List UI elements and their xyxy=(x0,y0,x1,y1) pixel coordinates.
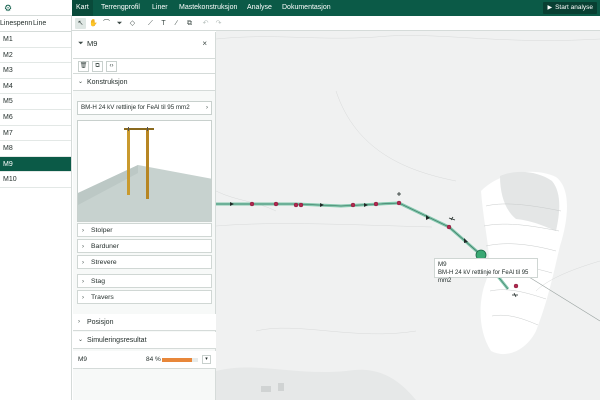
tab-mastekonstruksjon[interactable]: Mastekonstruksjon xyxy=(175,0,241,16)
tab-line[interactable]: Line xyxy=(33,20,46,27)
chevron-down-icon: ⌄ xyxy=(78,79,84,85)
chevron-right-icon: › xyxy=(82,244,84,250)
line-item-m9[interactable]: M9 xyxy=(0,156,71,173)
tab-liner[interactable]: Liner xyxy=(148,0,172,16)
close-icon[interactable]: × xyxy=(202,39,207,48)
construction-type-select[interactable]: BM-H 24 kV rettlinje for FeAl til 95 mm2… xyxy=(77,101,212,115)
text-icon[interactable]: T xyxy=(158,18,169,29)
section-sim-label: Simuleringsresultat xyxy=(87,337,147,344)
accordion-stolper[interactable]: › Stolper xyxy=(77,223,212,237)
line-item-m8[interactable]: M8 xyxy=(0,141,71,157)
section-simuleringsresultat[interactable]: ⌄ Simuleringsresultat xyxy=(73,332,216,349)
tab-analyse[interactable]: Analyse xyxy=(243,0,276,16)
main-nav: Kart Terrengprofil Liner Mastekonstruksj… xyxy=(72,0,600,16)
undo-icon[interactable]: ↶ xyxy=(200,18,211,29)
map-view[interactable]: M9 BM-H 24 kV rettlinje for FeAl til 95 … xyxy=(216,31,600,400)
start-analysis-button[interactable]: ▶ Start analyse xyxy=(543,2,597,14)
node-icon[interactable]: ◇ xyxy=(127,18,138,29)
chevron-right-icon: › xyxy=(82,279,84,285)
tab-terrengprofil[interactable]: Terrengprofil xyxy=(97,0,144,16)
delete-icon[interactable]: 🗑 xyxy=(78,61,89,72)
panel-title: M9 xyxy=(87,39,98,48)
tab-linespenn[interactable]: Linespenn xyxy=(0,20,32,27)
accordion-strevere-label: Strevere xyxy=(91,259,117,266)
line-item-m2[interactable]: M2 xyxy=(0,48,71,64)
line-item-m10[interactable]: M10 xyxy=(0,172,71,188)
chevron-down-icon: ⌄ xyxy=(78,337,84,343)
chevron-down-icon[interactable]: ▾ xyxy=(202,355,211,364)
accordion-barduner-label: Barduner xyxy=(91,243,119,250)
map-canvas xyxy=(216,35,600,400)
accordion-barduner[interactable]: › Barduner xyxy=(77,239,212,253)
chevron-right-icon: › xyxy=(82,228,84,234)
gear-icon[interactable]: ⚙ xyxy=(3,3,13,13)
section-posisjon[interactable]: › Posisjon xyxy=(73,314,216,331)
curve-icon[interactable]: ⌒ xyxy=(101,18,112,29)
line-item-m5[interactable]: M5 xyxy=(0,94,71,110)
pole-3d-preview[interactable] xyxy=(77,120,212,222)
start-analysis-label: Start analyse xyxy=(555,4,593,11)
section-posisjon-label: Posisjon xyxy=(87,319,114,326)
chevron-right-icon: › xyxy=(82,260,84,266)
tab-dokumentasjon[interactable]: Dokumentasjon xyxy=(278,0,335,16)
ruler-icon[interactable]: ⟋ xyxy=(145,18,156,29)
panel-header: ⏷ M9 × xyxy=(73,32,215,59)
tooltip-subtitle: BM-H 24 kV rettlinje for FeAl til 95 mm2 xyxy=(438,270,529,284)
tab-kart[interactable]: Kart xyxy=(72,0,93,16)
panel-actions: 🗑 ⧉ ‹› xyxy=(73,59,215,74)
funnel-icon: ⏷ xyxy=(78,40,84,47)
section-konstruksjon-label: Konstruksjon xyxy=(87,79,128,86)
accordion-stolper-label: Stolper xyxy=(91,227,113,234)
top-bar: ⚙ Kart Terrengprofil Liner Mastekonstruk… xyxy=(0,0,600,16)
accordion-stag[interactable]: › Stag xyxy=(77,274,212,288)
simulation-result-row: M9 84 % ▾ xyxy=(73,351,216,369)
pan-icon[interactable]: ✋ xyxy=(88,18,99,29)
code-icon[interactable]: ‹› xyxy=(106,61,117,72)
chevron-right-icon: › xyxy=(206,105,208,111)
pole-properties-panel: ⏷ M9 × 🗑 ⧉ ‹› ⌄ Konstruksjon BM-H 24 kV … xyxy=(73,32,216,400)
line-item-m6[interactable]: M6 xyxy=(0,110,71,126)
section-konstruksjon[interactable]: ⌄ Konstruksjon xyxy=(73,74,215,91)
tooltip-title: M9 xyxy=(438,261,447,268)
sim-progress-fill xyxy=(162,358,193,362)
funnel-icon[interactable]: ⏷ xyxy=(114,18,125,29)
pole-tooltip: M9 BM-H 24 kV rettlinje for FeAl til 95 … xyxy=(434,258,538,284)
sim-progress-bar xyxy=(162,358,198,362)
accordion-stag-label: Stag xyxy=(91,278,105,285)
accordion-travers[interactable]: › Travers xyxy=(77,290,212,304)
play-icon: ▶ xyxy=(547,5,553,11)
line-item-m1[interactable]: M1 xyxy=(0,32,71,48)
accordion-travers-label: Travers xyxy=(91,294,114,301)
sim-percent-label: 84 % xyxy=(146,356,161,363)
chevron-right-icon: › xyxy=(78,319,80,325)
accordion-strevere[interactable]: › Strevere xyxy=(77,255,212,269)
construction-type-value: BM-H 24 kV rettlinje for FeAl til 95 mm2 xyxy=(81,104,190,111)
sim-pole-name: M9 xyxy=(78,356,88,363)
redo-icon[interactable]: ↷ xyxy=(213,18,224,29)
pole-model-illustration xyxy=(78,127,211,221)
select-icon[interactable]: ↖ xyxy=(75,18,86,29)
line-item-m7[interactable]: M7 xyxy=(0,126,71,142)
copy-icon[interactable]: ⧉ xyxy=(92,61,103,72)
line-item-m4[interactable]: M4 xyxy=(0,79,71,95)
line-list-tabs: Linespenn Line xyxy=(0,16,71,32)
line-item-m3[interactable]: M3 xyxy=(0,63,71,79)
map-toolbar: ↖ ✋ ⌒ ⏷ ◇ ⟋ T ∕ ⧉ ↶ ↷ xyxy=(72,16,600,31)
chevron-right-icon: › xyxy=(82,295,84,301)
line-icon[interactable]: ∕ xyxy=(171,18,182,29)
clip-icon[interactable]: ⧉ xyxy=(184,18,195,29)
line-list-panel: Linespenn Line M1 M2 M3 M4 M5 M6 M7 M8 M… xyxy=(0,16,72,400)
